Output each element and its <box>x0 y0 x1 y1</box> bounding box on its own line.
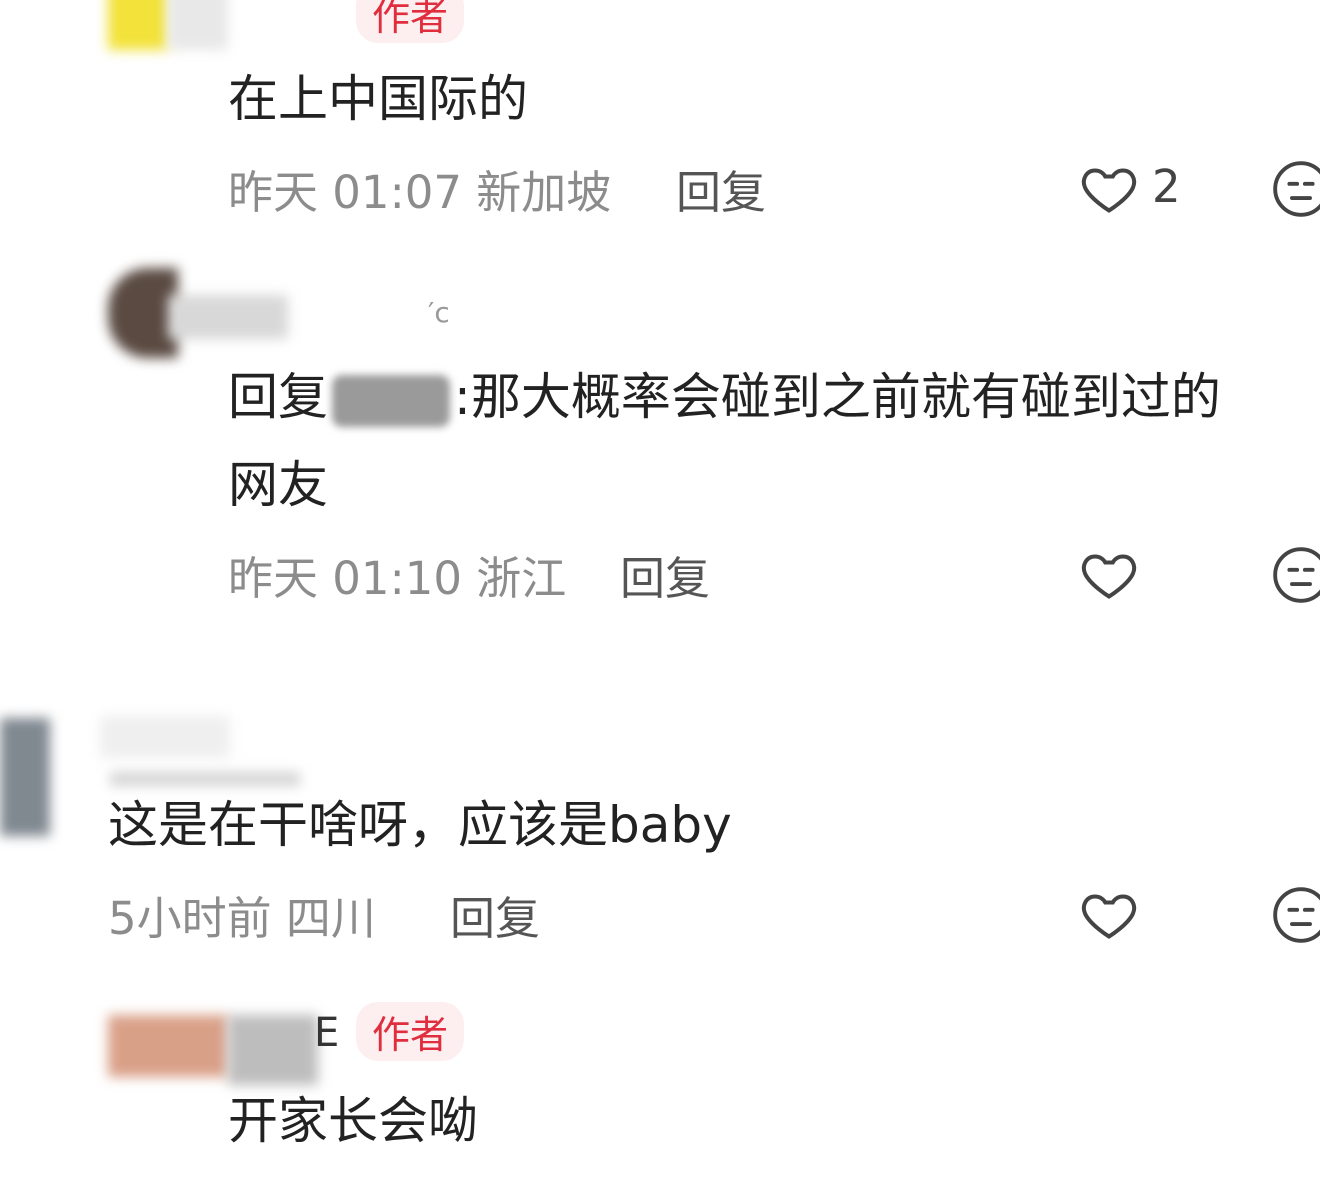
comment-text: 回复:那大概率会碰到之前就有碰到过的 <box>228 354 1221 442</box>
comment-meta: 昨天 01:07 新加坡 <box>228 166 612 219</box>
meh-face-icon[interactable] <box>1270 544 1320 606</box>
avatar[interactable] <box>108 1015 228 1077</box>
comment-text: 在上中国际的 <box>228 70 528 128</box>
avatar[interactable] <box>0 718 50 836</box>
heart-outline-icon[interactable] <box>1078 884 1140 944</box>
reply-button[interactable]: 回复 <box>620 542 710 607</box>
heart-outline-icon[interactable] <box>1078 544 1140 604</box>
mention-username-blurred[interactable] <box>332 374 450 427</box>
comment-text-line1: 那大概率会碰到之前就有碰到过的 <box>470 368 1221 426</box>
reply-prefix: 回复 <box>228 368 328 426</box>
author-tag: 作者 <box>356 1002 465 1061</box>
comment-meta: 5小时前 四川 <box>108 892 376 945</box>
comment-meta: 昨天 01:10 浙江 <box>228 552 567 605</box>
avatar[interactable] <box>108 0 168 50</box>
meh-face-icon[interactable] <box>1270 158 1320 220</box>
heart-outline-icon[interactable] <box>1078 158 1140 218</box>
meh-face-icon[interactable] <box>1270 884 1320 946</box>
username-partial: E <box>314 1010 340 1056</box>
username-blurred[interactable] <box>168 295 288 339</box>
username-partial: ′с <box>428 296 450 329</box>
avatar-shadow <box>168 0 228 50</box>
reply-button[interactable]: 回复 <box>676 156 766 221</box>
username-blurred[interactable] <box>228 1015 318 1085</box>
comment-text: 这是在干啥呀，应该是baby <box>108 796 732 854</box>
like-count: 2 <box>1152 160 1181 213</box>
comment-text: 开家长会呦 <box>228 1092 478 1150</box>
mention-separator: : <box>454 368 471 426</box>
comment-text-line2: 网友 <box>228 456 328 514</box>
author-tag: 作者 <box>356 0 465 43</box>
username-blurred[interactable] <box>100 716 230 758</box>
reply-button[interactable]: 回复 <box>450 882 540 947</box>
